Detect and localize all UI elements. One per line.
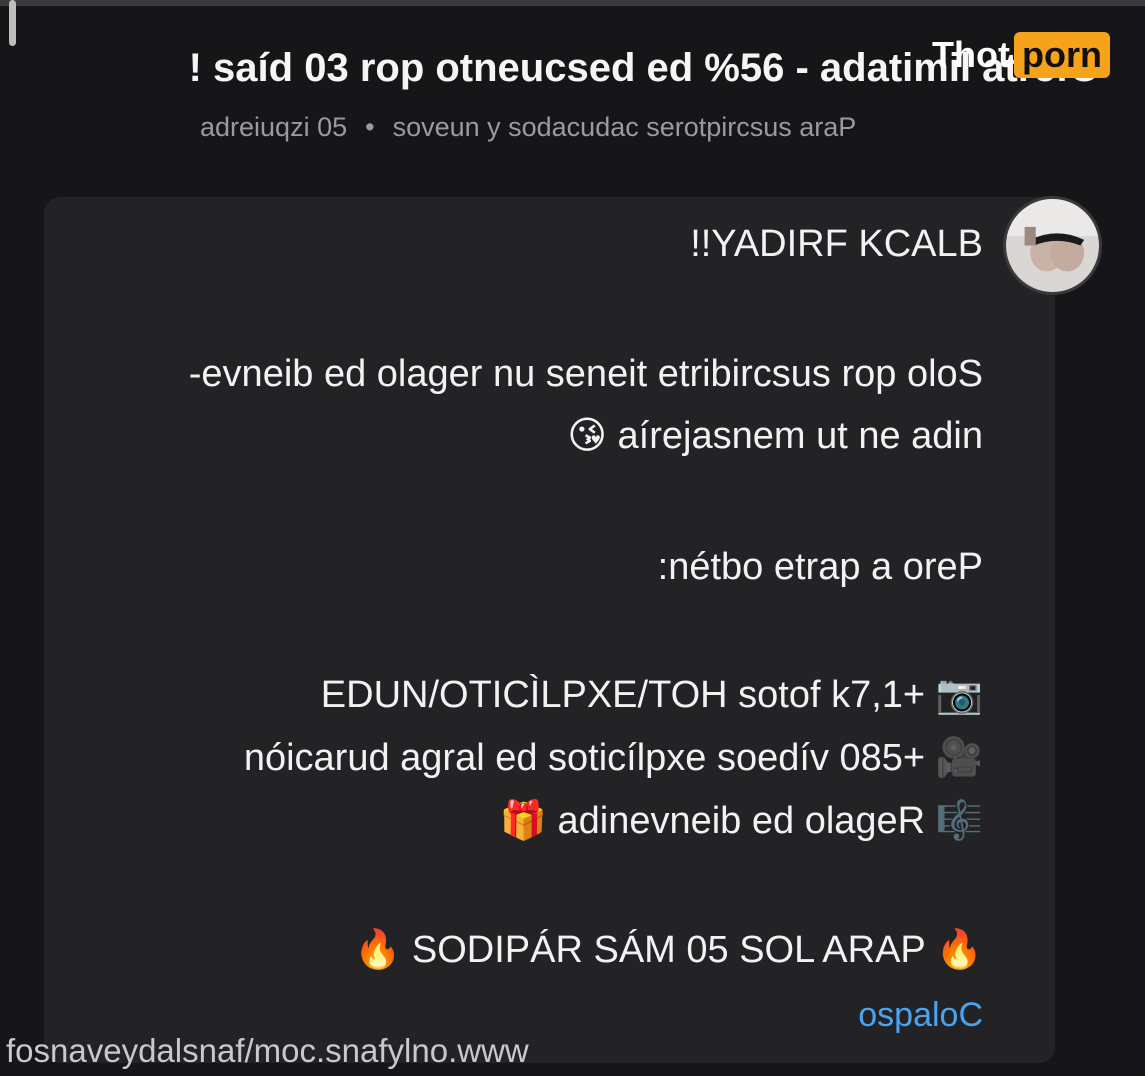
offer-subtitle: Para suscriptores caducados y nuevos • 5… (200, 112, 1100, 143)
list-item-photos-text: +1,7k fotos HOT/EXPLÌCITO/NUDE (320, 674, 926, 716)
subtitle-separator: • (365, 112, 375, 142)
list-item-photos: 📷 +1,7k fotos HOT/EXPLÌCITO/NUDE (83, 673, 983, 717)
message-line-3-text: nida en tu mensajería (617, 415, 983, 457)
camera-icon: 📷 (935, 674, 983, 716)
screen: Oferta limitada - 65% de descuento por 3… (0, 0, 1145, 1076)
kiss-face-icon: 😘 (567, 415, 607, 457)
fire-icon: 🔥 (354, 929, 402, 971)
cta-text: PARA LOS 50 MÁS RÁPIDOS (411, 929, 926, 971)
list-item-videos-text: +580 vídeos explícitos de larga duración (243, 737, 926, 779)
message-line-3: nida en tu mensajería 😘 (83, 414, 983, 458)
creator-avatar[interactable] (1003, 196, 1102, 295)
watermark-logo: Thot porn (930, 30, 1110, 80)
music-score-icon: 🎼 (935, 800, 983, 842)
message-line-4: Pero a parte obtén: (657, 546, 983, 588)
list-item-gift: 🎼 Regalo de bienvenida 🎁 (83, 799, 983, 843)
list-item-gift-text: Regalo de bienvenida (557, 800, 926, 842)
cta-line: 🔥 PARA LOS 50 MÁS RÁPIDOS 🔥 (83, 928, 983, 972)
movie-camera-icon: 🎥 (935, 737, 983, 779)
url-watermark: www.onlyfans.com/fansladyevansof (6, 1032, 529, 1069)
message-line-2: Solo por suscribirte tienes un regalo de… (188, 353, 983, 395)
subtitle-remaining: 50 izquierda (200, 112, 348, 142)
list-item-videos: 🎥 +580 vídeos explícitos de larga duraci… (83, 736, 983, 780)
avatar-photo-icon (1006, 199, 1099, 292)
message-line-heading: BLACK FRIDAY!! (690, 223, 983, 265)
collapse-link[interactable]: Colapso (858, 996, 983, 1035)
fire-icon: 🔥 (935, 929, 983, 971)
subtitle-audience: Para suscriptores caducados y nuevos (392, 112, 857, 142)
top-divider (0, 0, 1145, 6)
watermark-logo-part-a: Thot (932, 34, 1010, 75)
watermark-logo-part-b: porn (1013, 32, 1110, 78)
gift-icon: 🎁 (499, 800, 547, 842)
scrollbar-handle[interactable] (9, 0, 16, 46)
